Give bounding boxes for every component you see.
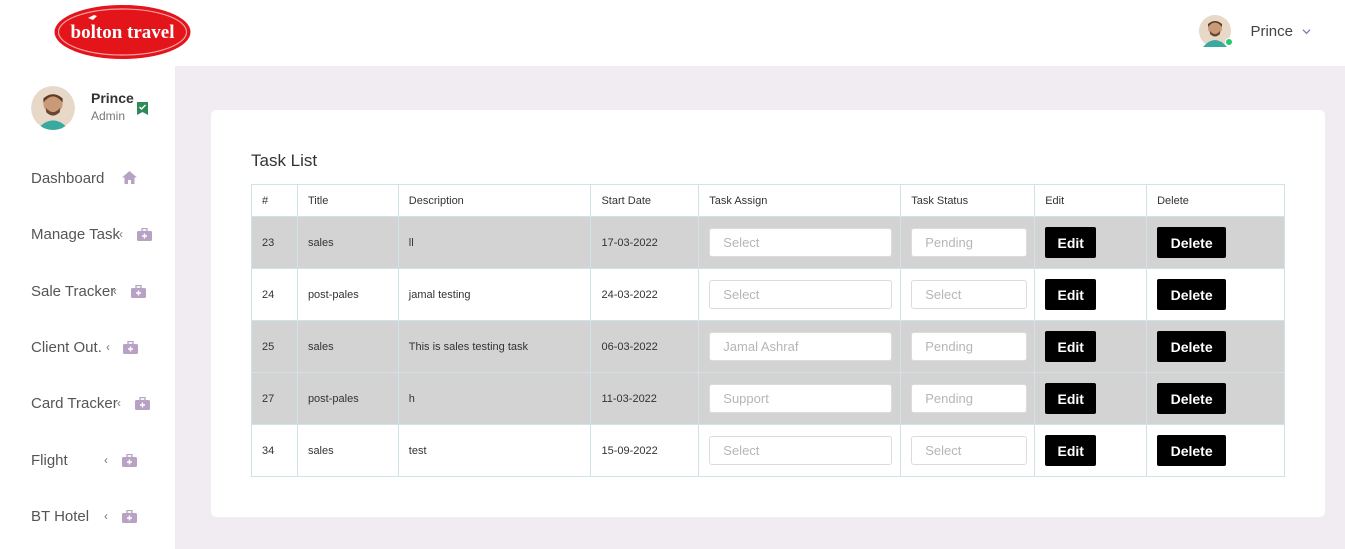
verified-badge-icon xyxy=(137,102,148,115)
edit-button[interactable]: Edit xyxy=(1045,331,1097,362)
edit-button[interactable]: Edit xyxy=(1045,435,1097,466)
top-bar: bolton travel Prince xyxy=(0,0,1345,66)
cell-title: sales xyxy=(296,424,399,477)
briefcase-plus-icon xyxy=(137,228,152,241)
delete-button[interactable]: Delete xyxy=(1157,383,1227,414)
table-row: 25 sales This is sales testing task 06-0… xyxy=(251,320,1285,373)
briefcase-plus-icon xyxy=(135,397,150,410)
cell-title: post-pales xyxy=(296,372,399,425)
cell-description: This is sales testing task xyxy=(397,320,592,373)
chevron-down-icon[interactable] xyxy=(1302,27,1311,36)
chevron-left-icon: ‹ xyxy=(117,396,121,410)
sidebar-item-label: Client Out. xyxy=(31,338,102,356)
column-header-edit: Edit xyxy=(1034,184,1148,217)
table-row: 27 post-pales h 11-03-2022 Support Pendi… xyxy=(251,372,1285,425)
header-avatar[interactable] xyxy=(1199,15,1234,47)
home-icon xyxy=(122,171,137,184)
column-header-delete: Delete xyxy=(1146,184,1285,217)
chevron-left-icon: ‹ xyxy=(104,453,108,467)
cell-start-date: 24-03-2022 xyxy=(590,268,700,321)
chevron-left-icon: ‹ xyxy=(104,509,108,523)
delete-button[interactable]: Delete xyxy=(1157,279,1227,310)
sidebar-item-label: Card Tracker xyxy=(31,394,118,412)
chevron-left-icon: ‹ xyxy=(113,284,117,298)
profile-role: Admin xyxy=(91,109,126,123)
cell-description: h xyxy=(397,372,592,425)
cell-title: sales xyxy=(296,216,399,269)
edit-button[interactable]: Edit xyxy=(1045,227,1097,258)
sidebar-item-client-out[interactable]: Client Out. ‹ xyxy=(31,335,138,359)
chevron-left-icon: ‹ xyxy=(106,340,110,354)
cell-id: 24 xyxy=(251,268,298,321)
table-row: 23 sales ll 17-03-2022 Select Pending Ed… xyxy=(251,216,1285,269)
task-status-select[interactable]: Pending xyxy=(911,228,1028,257)
delete-button[interactable]: Delete xyxy=(1157,331,1227,362)
sidebar-item-label: Dashboard xyxy=(31,169,105,187)
column-header-task-assign: Task Assign xyxy=(698,184,902,217)
sidebar-item-dashboard[interactable]: Dashboard xyxy=(31,166,137,190)
sidebar-item-bt-hotel[interactable]: BT Hotel ‹ xyxy=(31,504,137,528)
cell-description: jamal testing xyxy=(397,268,592,321)
sidebar-item-card-tracker[interactable]: Card Tracker ‹ xyxy=(31,391,150,415)
online-status-dot xyxy=(1225,38,1234,46)
task-assign-select[interactable]: Select xyxy=(709,228,893,257)
cell-id: 25 xyxy=(251,320,298,373)
cell-description: ll xyxy=(397,216,592,269)
user-menu[interactable]: Prince xyxy=(1199,14,1311,48)
edit-button[interactable]: Edit xyxy=(1045,279,1097,310)
cell-start-date: 06-03-2022 xyxy=(590,320,700,373)
header-user-name[interactable]: Prince xyxy=(1250,23,1293,40)
task-status-select[interactable]: Pending xyxy=(911,384,1028,413)
task-assign-select[interactable]: Support xyxy=(709,384,893,413)
cell-start-date: 11-03-2022 xyxy=(590,372,700,425)
column-header-title: Title xyxy=(296,184,399,217)
task-assign-select[interactable]: Select xyxy=(709,436,893,465)
cell-start-date: 15-09-2022 xyxy=(590,424,700,477)
avatar-image-icon xyxy=(31,86,75,130)
logo-text: bolton travel xyxy=(71,22,175,43)
task-assign-select[interactable]: Jamal Ashraf xyxy=(709,332,893,361)
cell-title: post-pales xyxy=(296,268,399,321)
table-row: 24 post-pales jamal testing 24-03-2022 S… xyxy=(251,268,1285,321)
sidebar-avatar xyxy=(31,86,75,130)
task-table: # Title Description Start Date Task Assi… xyxy=(251,184,1285,477)
edit-button[interactable]: Edit xyxy=(1045,383,1097,414)
briefcase-plus-icon xyxy=(122,510,137,523)
briefcase-plus-icon xyxy=(122,454,137,467)
table-row: 34 sales test 15-09-2022 Select Select E… xyxy=(251,424,1285,477)
task-assign-select[interactable]: Select xyxy=(709,280,893,309)
delete-button[interactable]: Delete xyxy=(1157,227,1227,258)
profile-name: Prince xyxy=(91,90,134,106)
sidebar-item-sale-tracker[interactable]: Sale Tracker ‹ xyxy=(31,279,146,303)
column-header-number: # xyxy=(251,184,298,217)
sidebar-item-flight[interactable]: Flight ‹ xyxy=(31,448,137,472)
page-title: Task List xyxy=(251,151,318,170)
cell-id: 27 xyxy=(251,372,298,425)
task-status-select[interactable]: Select xyxy=(911,436,1028,465)
cell-description: test xyxy=(397,424,592,477)
cell-title: sales xyxy=(296,320,399,373)
cell-start-date: 17-03-2022 xyxy=(590,216,700,269)
cell-id: 23 xyxy=(251,216,298,269)
task-status-select[interactable]: Select xyxy=(911,280,1028,309)
delete-button[interactable]: Delete xyxy=(1157,435,1227,466)
cell-id: 34 xyxy=(251,424,298,477)
sidebar-item-label: Sale Tracker xyxy=(31,282,116,300)
table-header-row: # Title Description Start Date Task Assi… xyxy=(251,184,1285,217)
column-header-start-date: Start Date xyxy=(590,184,700,217)
task-status-select[interactable]: Pending xyxy=(911,332,1028,361)
sidebar-profile: Prince Admin xyxy=(31,86,148,130)
briefcase-plus-icon xyxy=(131,285,146,298)
column-header-description: Description xyxy=(397,184,592,217)
chevron-left-icon: ‹ xyxy=(119,227,123,241)
sidebar-item-label: Manage Task xyxy=(31,225,120,243)
sidebar-item-label: BT Hotel xyxy=(31,507,90,525)
bolton-travel-logo[interactable]: bolton travel xyxy=(54,4,191,60)
briefcase-plus-icon xyxy=(123,341,138,354)
sidebar: Prince Admin Dashboard Manage Task ‹ Sal… xyxy=(0,66,175,549)
column-header-task-status: Task Status xyxy=(900,184,1036,217)
sidebar-item-manage-task[interactable]: Manage Task ‹ xyxy=(31,222,152,246)
sidebar-item-label: Flight xyxy=(31,451,68,469)
